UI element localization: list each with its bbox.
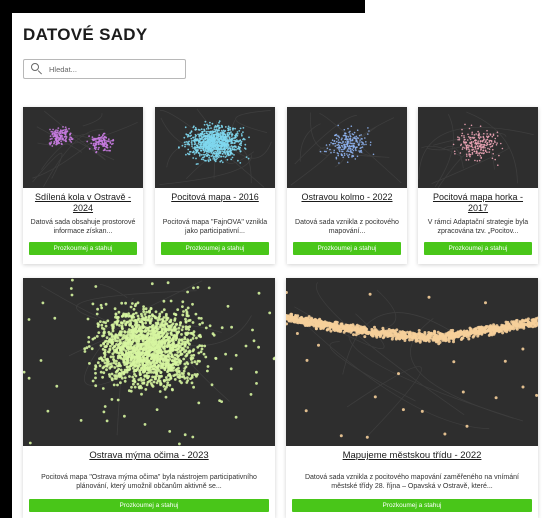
dataset-map-thumbnail[interactable] bbox=[418, 107, 538, 188]
dataset-map-thumbnail[interactable] bbox=[286, 278, 538, 446]
dataset-card[interactable]: Pocitová mapa horka - 2017 V rámci Adapt… bbox=[418, 107, 538, 264]
dataset-title[interactable]: Mapujeme městskou třídu - 2022 bbox=[290, 450, 534, 461]
window-frame-top bbox=[0, 0, 365, 13]
dataset-description: Pocitová mapa "Ostrava mýma očima" byla … bbox=[41, 474, 257, 490]
dataset-description: Datová sada obsahuje prostorové informac… bbox=[30, 219, 136, 235]
search-icon bbox=[31, 63, 43, 75]
dataset-card[interactable]: Ostravou kolmo - 2022 Datová sada vznikl… bbox=[287, 107, 407, 264]
explore-download-button[interactable]: Prozkoumej a stahuj bbox=[29, 499, 269, 512]
dataset-description: Pocitová mapa "FajnOVA" vznikla jako par… bbox=[162, 219, 268, 235]
dataset-card[interactable]: Mapujeme městskou třídu - 2022 Datová sa… bbox=[286, 278, 538, 518]
dataset-title[interactable]: Ostrava mýma očima - 2023 bbox=[27, 450, 271, 461]
dataset-description: Datová sada vznikla z pocitového mapován… bbox=[295, 219, 399, 235]
explore-download-button[interactable]: Prozkoumej a stahuj bbox=[161, 242, 269, 255]
dataset-map-thumbnail[interactable] bbox=[287, 107, 407, 188]
dataset-map-thumbnail[interactable] bbox=[23, 278, 275, 446]
search-input[interactable] bbox=[49, 64, 179, 74]
explore-download-button[interactable]: Prozkoumej a stahuj bbox=[29, 242, 137, 255]
dataset-title[interactable]: Ostravou kolmo - 2022 bbox=[291, 192, 403, 203]
explore-download-button[interactable]: Prozkoumej a stahuj bbox=[292, 499, 532, 512]
dataset-map-thumbnail[interactable] bbox=[23, 107, 143, 188]
dataset-map-thumbnail[interactable] bbox=[155, 107, 275, 188]
page-title: DATOVÉ SADY bbox=[23, 25, 148, 44]
dataset-title[interactable]: Pocitová mapa - 2016 bbox=[159, 192, 271, 203]
dataset-description: V rámci Adaptační strategie byla zpracov… bbox=[427, 219, 529, 235]
datasets-page: DATOVÉ SADY Sdílená kola v Ostravě - 202… bbox=[12, 13, 547, 518]
dataset-title[interactable]: Pocitová mapa horka - 2017 bbox=[422, 192, 534, 214]
dataset-card[interactable]: Sdílená kola v Ostravě - 2024 Datová sad… bbox=[23, 107, 143, 264]
window-frame-left bbox=[0, 0, 12, 518]
search-box[interactable] bbox=[23, 59, 186, 79]
dataset-card[interactable]: Ostrava mýma očima - 2023 Pocitová mapa … bbox=[23, 278, 275, 518]
explore-download-button[interactable]: Prozkoumej a stahuj bbox=[293, 242, 401, 255]
explore-download-button[interactable]: Prozkoumej a stahuj bbox=[424, 242, 532, 255]
dataset-description: Datová sada vznikla z pocitového mapován… bbox=[304, 474, 519, 490]
dataset-card[interactable]: Pocitová mapa - 2016 Pocitová mapa "Fajn… bbox=[155, 107, 275, 264]
dataset-title[interactable]: Sdílená kola v Ostravě - 2024 bbox=[27, 192, 139, 214]
